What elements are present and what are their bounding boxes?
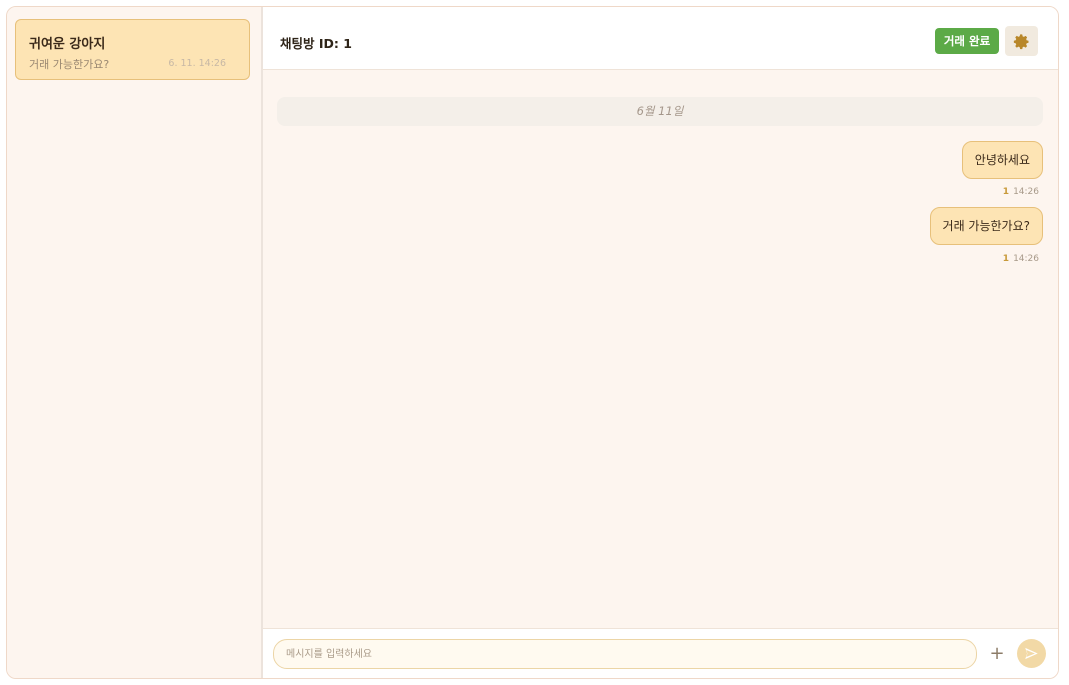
chat-room-panel: 채팅방 ID: 1 거래 완료 6월 11일 안녕하세요 1 14:26 거래 가… <box>263 7 1058 678</box>
message-time: 14:26 <box>1013 187 1039 197</box>
complete-trade-button[interactable]: 거래 완료 <box>935 28 999 54</box>
message-bubble: 거래 가능한가요? <box>929 207 1043 245</box>
chat-item-time: 6. 11. 14:26 <box>168 58 226 69</box>
settings-button[interactable] <box>1005 26 1038 56</box>
chat-list-item[interactable]: 귀여운 강아지 거래 가능한가요? 6. 11. 14:26 <box>15 19 250 80</box>
chat-list-sidebar: 귀여운 강아지 거래 가능한가요? 6. 11. 14:26 <box>7 7 262 678</box>
send-button[interactable] <box>1017 639 1046 668</box>
message-meta: 1 14:26 <box>1003 254 1039 264</box>
chat-item-title: 귀여운 강아지 <box>29 37 106 52</box>
message-time: 14:26 <box>1013 254 1039 264</box>
message-meta: 1 14:26 <box>1003 187 1039 197</box>
chat-item-preview: 거래 가능한가요? <box>29 58 110 71</box>
send-icon <box>1025 647 1038 660</box>
message-composer: + <box>263 628 1058 678</box>
message-input[interactable] <box>273 639 977 669</box>
attach-button[interactable]: + <box>985 642 1009 666</box>
chat-header: 채팅방 ID: 1 거래 완료 <box>263 7 1058 70</box>
unread-count: 1 <box>1002 254 1010 264</box>
unread-count: 1 <box>1002 187 1010 197</box>
gear-icon <box>1013 34 1029 50</box>
chat-app: 귀여운 강아지 거래 가능한가요? 6. 11. 14:26 채팅방 ID: 1… <box>6 6 1059 679</box>
message-bubble: 안녕하세요 <box>961 141 1043 179</box>
room-title: 채팅방 ID: 1 <box>280 36 352 51</box>
date-separator: 6월 11일 <box>277 97 1043 126</box>
